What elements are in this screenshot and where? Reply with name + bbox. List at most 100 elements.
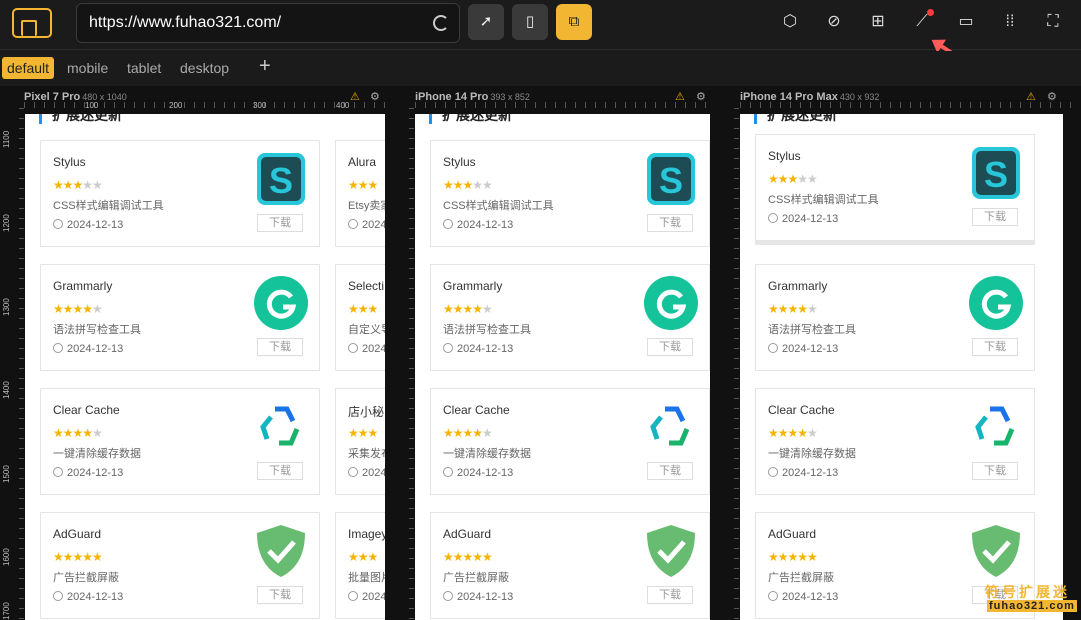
- top-ruler: [24, 102, 385, 108]
- top-ruler: [740, 102, 1075, 108]
- tab-tablet[interactable]: tablet: [122, 57, 166, 79]
- address-bar[interactable]: https://www.fuhao321.com/: [76, 3, 460, 43]
- pointer-inspect-button[interactable]: ➚: [468, 4, 504, 40]
- extension-card[interactable]: Clear Cache ★★★★★ 一键清除缓存数据 2024-12-13 下载: [40, 388, 320, 495]
- device-screen[interactable]: 扩展迷更新 Stylus ★★★★★ CSS样式编辑调试工具 2024-12-1…: [25, 114, 385, 620]
- grammarly-icon: [644, 276, 698, 330]
- recycle-icon: [260, 406, 300, 446]
- ruler-mark: 1100: [2, 130, 11, 148]
- responsive-mode-button[interactable]: ⧉: [556, 4, 592, 40]
- extension-date: 2024-12-13: [768, 591, 838, 603]
- tab-desktop[interactable]: desktop: [175, 57, 234, 79]
- rating-stars: ★★★★★: [53, 550, 103, 564]
- section-title: 扩展迷更新: [39, 114, 122, 124]
- download-button[interactable]: 下载: [647, 214, 693, 232]
- clock-icon: [348, 591, 358, 601]
- rating-stars: ★★★★★: [53, 426, 103, 440]
- top-ruler: [415, 102, 710, 108]
- app-logo-icon[interactable]: [12, 8, 52, 38]
- download-button[interactable]: 下载: [972, 338, 1018, 356]
- extension-card-partial[interactable]: Selecti ★★★ 自定义导 2024: [335, 264, 385, 371]
- extension-card[interactable]: Clear Cache ★★★★★ 一键清除缓存数据 2024-12-13 下载: [430, 388, 710, 495]
- clock-icon: [53, 591, 63, 601]
- download-button[interactable]: 下载: [647, 462, 693, 480]
- download-button[interactable]: 下载: [972, 208, 1018, 226]
- download-button[interactable]: 下载: [972, 462, 1018, 480]
- extension-card[interactable]: Stylus ★★★★★ CSS样式编辑调试工具 2024-12-13 S 下载: [40, 140, 320, 247]
- extension-desc: 一键清除缓存数据: [53, 448, 141, 460]
- extension-card[interactable]: Stylus ★★★★★ CSS样式编辑调试工具 2024-12-13 S 下载: [430, 140, 710, 247]
- svg-text:S: S: [269, 160, 293, 201]
- download-button[interactable]: 下载: [257, 462, 303, 480]
- clock-icon: [348, 219, 358, 229]
- extension-card-partial[interactable]: Alura ★★★ Etsy卖家 2024: [335, 140, 385, 247]
- phone-device-button[interactable]: ▯: [512, 4, 548, 40]
- svg-text:S: S: [984, 154, 1008, 195]
- rating-stars: ★★★★★: [443, 302, 493, 316]
- section-title: 扩展迷更新: [754, 114, 837, 124]
- svg-text:S: S: [659, 160, 683, 201]
- preview-stage: Pixel 7 Pro 480 x 1040 ⚠ ⚙ 100 200 300 40…: [0, 86, 1081, 620]
- extension-desc: 一键清除缓存数据: [443, 448, 531, 460]
- ruler-mark: 400: [336, 101, 350, 110]
- extension-card-hovered[interactable]: Stylus ★★★★★ CSS样式编辑调试工具 2024-12-13 S 下载: [755, 134, 1035, 241]
- clock-icon: [348, 343, 358, 353]
- cube-icon[interactable]: ⬡: [780, 12, 800, 32]
- shield-check-icon: [257, 525, 305, 577]
- shield-check-icon: [647, 525, 695, 577]
- rating-stars: ★★★★★: [443, 178, 493, 192]
- phone-icon: ▯: [525, 13, 535, 30]
- extension-date: 2024: [348, 219, 385, 231]
- ruler-mark: 1600: [2, 548, 11, 566]
- extension-date: 2024-12-13: [443, 343, 513, 355]
- add-tab-button[interactable]: +: [254, 55, 276, 77]
- rating-stars: ★★★: [348, 302, 378, 316]
- extension-card[interactable]: AdGuard ★★★★★ 广告拦截屏蔽 2024-12-13 下载: [40, 512, 320, 619]
- download-button[interactable]: 下载: [257, 214, 303, 232]
- extension-card-partial[interactable]: 店小秘 ★★★ 采集发布 2024: [335, 388, 385, 495]
- tab-mobile[interactable]: mobile: [62, 57, 113, 79]
- device-screen[interactable]: 扩展迷更新 Stylus ★★★★★ CSS样式编辑调试工具 2024-12-1…: [415, 114, 710, 620]
- clock-icon: [443, 467, 453, 477]
- extension-date: 2024-12-13: [768, 467, 838, 479]
- extension-desc: CSS样式编辑调试工具: [53, 200, 164, 212]
- ruler-mark: 1700: [2, 602, 11, 620]
- grid-icon[interactable]: ⊞: [868, 12, 888, 32]
- device-column-pixel7pro: Pixel 7 Pro 480 x 1040 ⚠ ⚙ 100 200 300 40…: [0, 86, 390, 620]
- minus-line-icon[interactable]: ▭: [956, 12, 976, 32]
- refresh-icon[interactable]: [433, 15, 449, 31]
- device-screen[interactable]: 扩展迷更新 Stylus ★★★★★ CSS样式编辑调试工具 2024-12-1…: [740, 114, 1063, 620]
- extension-desc: 语法拼写检查工具: [768, 324, 856, 336]
- dots-grid-icon[interactable]: ⁞⁞: [1000, 12, 1020, 32]
- shield-check-icon: [972, 525, 1020, 577]
- extension-card[interactable]: Grammarly ★★★★★ 语法拼写检查工具 2024-12-13 下载: [430, 264, 710, 371]
- extension-desc: 广告拦截屏蔽: [768, 572, 834, 584]
- device-size: 393 x 852: [490, 92, 530, 102]
- extension-name: AdGuard: [443, 527, 492, 541]
- extension-card[interactable]: AdGuard ★★★★★ 广告拦截屏蔽 2024-12-13 下载: [430, 512, 710, 619]
- overlap-icon[interactable]: ⊘: [824, 12, 844, 32]
- download-button[interactable]: 下载: [257, 338, 303, 356]
- device-column-iphone14promax: iPhone 14 Pro Max 430 x 932 ⚠ ⚙ 扩展迷更新 Sty…: [715, 86, 1081, 620]
- extension-card[interactable]: Grammarly ★★★★★ 语法拼写检查工具 2024-12-13 下载: [40, 264, 320, 371]
- download-button[interactable]: 下载: [257, 586, 303, 604]
- download-button[interactable]: 下载: [647, 586, 693, 604]
- extension-card-partial[interactable]: Imagey ★★★ 批量图片 2024: [335, 512, 385, 619]
- download-button[interactable]: 下载: [647, 338, 693, 356]
- fullscreen-icon[interactable]: ⛶: [1043, 12, 1063, 32]
- grammarly-icon: [969, 276, 1023, 330]
- device-size: 430 x 932: [839, 92, 880, 102]
- extension-name: Imagey: [348, 527, 385, 541]
- extension-card[interactable]: Clear Cache ★★★★★ 一键清除缓存数据 2024-12-13 下载: [755, 388, 1035, 495]
- ruler-mark: 1300: [2, 298, 11, 316]
- left-ruler: [398, 108, 414, 620]
- left-ruler: [8, 108, 24, 620]
- extension-name: Clear Cache: [53, 403, 120, 417]
- extension-date: 2024-12-13: [53, 219, 123, 231]
- extension-card[interactable]: Grammarly ★★★★★ 语法拼写检查工具 2024-12-13 下载: [755, 264, 1035, 371]
- ruler-mark: 100: [85, 101, 99, 110]
- tab-default[interactable]: default: [2, 57, 55, 79]
- ruler-mark: 1200: [2, 214, 11, 232]
- extension-name: Stylus: [443, 155, 476, 169]
- extension-desc: 自定义导: [348, 324, 385, 336]
